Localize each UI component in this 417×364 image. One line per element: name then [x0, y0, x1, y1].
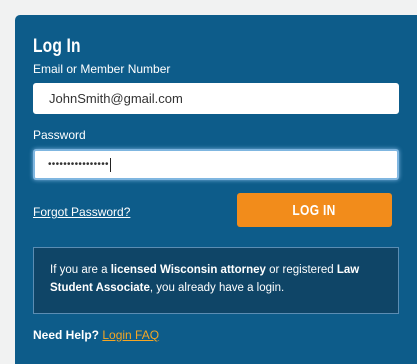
- info-box: If you are a licensed Wisconsin attorney…: [33, 247, 399, 314]
- info-text-prefix: If you are a: [50, 264, 111, 276]
- login-panel: Log In Email or Member Number JohnSmith@…: [15, 15, 417, 364]
- password-value: ••••••••••••••••: [48, 159, 109, 170]
- info-text-bold-attorney: licensed Wisconsin attorney: [110, 264, 266, 276]
- help-row: Need Help? Login FAQ: [33, 328, 159, 342]
- password-field[interactable]: ••••••••••••••••: [33, 149, 399, 180]
- text-caret: [109, 157, 111, 172]
- email-label: Email or Member Number: [33, 62, 171, 76]
- info-text-mid: or registered: [265, 264, 337, 276]
- login-faq-link[interactable]: Login FAQ: [102, 328, 159, 342]
- login-button-label: LOG IN: [292, 201, 337, 219]
- forgot-password-link[interactable]: Forgot Password?: [33, 205, 130, 219]
- password-label: Password: [33, 128, 86, 142]
- need-help-label: Need Help?: [33, 328, 100, 342]
- login-title: Log In: [33, 36, 81, 57]
- info-text-suffix: , you already have a login.: [149, 282, 285, 294]
- email-field[interactable]: JohnSmith@gmail.com: [33, 83, 399, 114]
- login-button[interactable]: LOG IN: [237, 193, 392, 227]
- email-value: JohnSmith@gmail.com: [49, 91, 183, 106]
